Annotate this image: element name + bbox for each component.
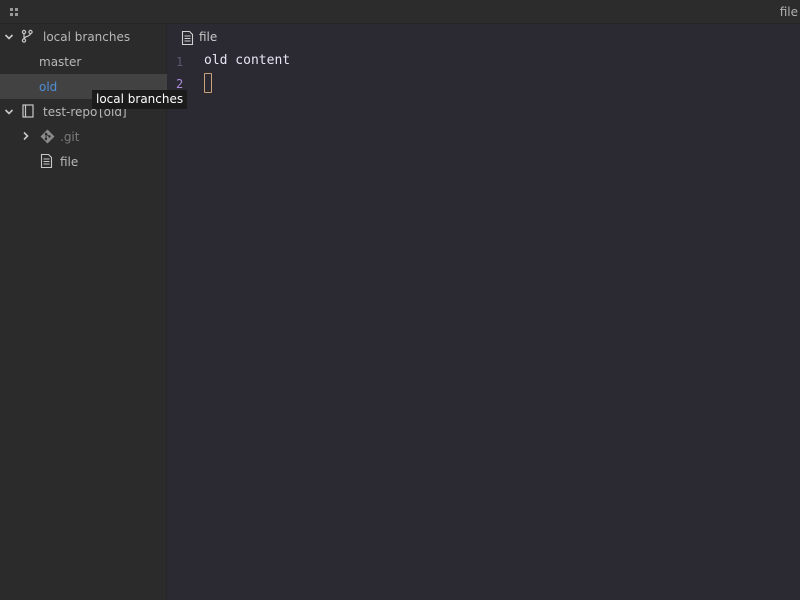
chevron-down-icon[interactable] xyxy=(4,107,14,117)
grid-icon[interactable] xyxy=(10,8,20,18)
tooltip: local branches xyxy=(92,90,188,109)
repository-icon xyxy=(21,104,35,118)
branch-item-master[interactable]: master xyxy=(0,49,167,74)
window-title: file xyxy=(779,5,798,19)
line-number-active: 2 xyxy=(176,77,184,91)
local-branches-node[interactable]: local branches xyxy=(0,24,167,49)
chevron-down-icon[interactable] xyxy=(4,32,14,42)
local-branches-label: local branches xyxy=(43,30,131,44)
branch-label: master xyxy=(39,55,82,69)
repository-label: test-repo xyxy=(43,105,98,119)
tree-item-label: file xyxy=(60,155,79,169)
tree-item-file[interactable]: file xyxy=(0,149,167,174)
line-number: 1 xyxy=(176,55,184,69)
code-line[interactable]: old content xyxy=(204,53,290,68)
git-branch-icon xyxy=(20,29,34,43)
git-icon xyxy=(40,129,55,144)
text-cursor xyxy=(204,73,212,93)
branch-label: old xyxy=(39,80,58,94)
tree-item-label: .git xyxy=(60,130,80,144)
file-icon xyxy=(181,31,195,45)
editor-tab-label: file xyxy=(199,30,218,44)
chevron-right-icon[interactable] xyxy=(21,131,31,141)
editor-pane[interactable]: file 1 old content 2 xyxy=(167,24,800,600)
sidebar: local branches master old test-repo [old… xyxy=(0,24,167,600)
tree-item-git[interactable]: .git xyxy=(0,124,167,149)
file-icon xyxy=(40,154,54,168)
title-bar: file xyxy=(0,0,800,24)
